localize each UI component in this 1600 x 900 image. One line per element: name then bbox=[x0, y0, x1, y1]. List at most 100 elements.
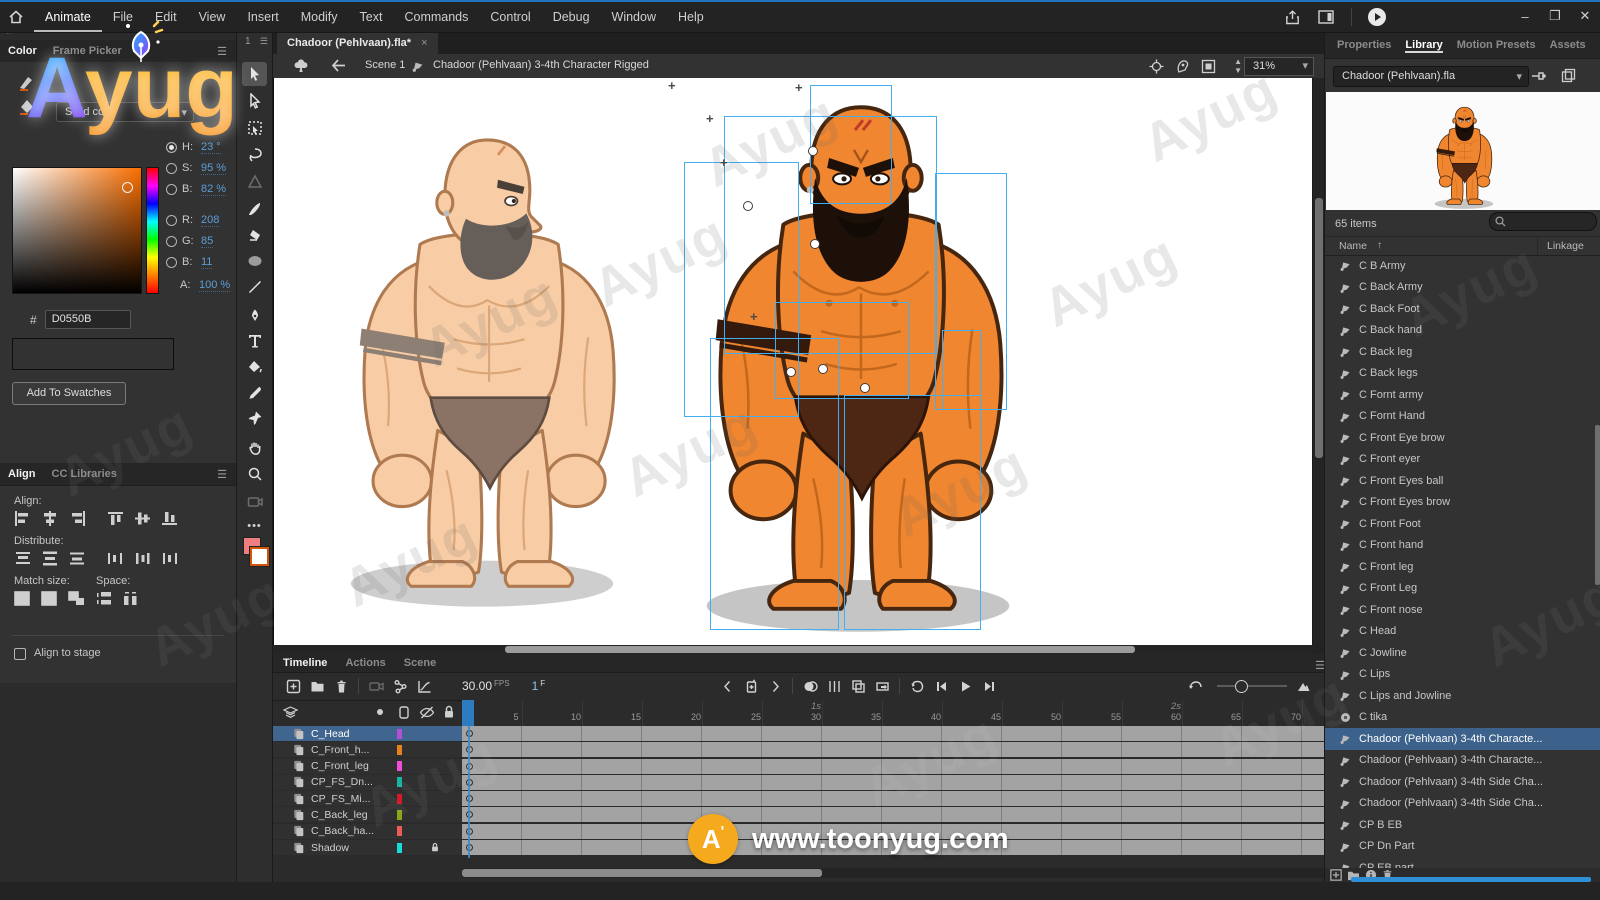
panel-menu-icon[interactable]: ☰ bbox=[217, 45, 228, 58]
free-transform-tool[interactable] bbox=[242, 116, 267, 140]
hue-value[interactable]: 23 ° bbox=[201, 141, 221, 154]
align-to-stage-checkbox[interactable] bbox=[14, 648, 26, 660]
selection-box-front-leg[interactable] bbox=[710, 338, 839, 630]
lasso-tool[interactable] bbox=[242, 143, 267, 167]
text-tool[interactable] bbox=[242, 329, 267, 353]
highlight-column-icon[interactable] bbox=[377, 709, 383, 715]
library-item-name[interactable]: C Back Army bbox=[1359, 281, 1423, 293]
frame-row[interactable] bbox=[462, 726, 1324, 741]
library-item[interactable]: C Front Eyes brow bbox=[1325, 492, 1600, 514]
library-item-name[interactable]: C Jowline bbox=[1359, 647, 1407, 659]
layer-outline-color[interactable] bbox=[397, 810, 402, 820]
library-item-name[interactable]: C Front eyer bbox=[1359, 453, 1420, 465]
menu-help[interactable]: Help bbox=[667, 2, 715, 32]
share-icon[interactable] bbox=[1279, 6, 1305, 28]
transform-origin-point[interactable] bbox=[818, 364, 828, 374]
frame-row[interactable] bbox=[462, 775, 1324, 790]
library-item-name[interactable]: C Front Eyes brow bbox=[1359, 496, 1450, 508]
library-item[interactable]: C Back leg bbox=[1325, 341, 1600, 363]
layer-name[interactable]: C_Front_leg bbox=[311, 760, 383, 772]
menu-text[interactable]: Text bbox=[349, 2, 394, 32]
layer-outline-color[interactable] bbox=[397, 745, 402, 755]
transform-origin-point[interactable] bbox=[860, 383, 870, 393]
tab-scene[interactable]: Scene bbox=[404, 657, 436, 669]
menu-insert[interactable]: Insert bbox=[236, 2, 289, 32]
library-item[interactable]: CP B EB bbox=[1325, 814, 1600, 836]
library-v-scrollbar[interactable] bbox=[1594, 255, 1600, 855]
current-color-swatch[interactable] bbox=[12, 338, 174, 370]
layer-outline-color[interactable] bbox=[397, 843, 402, 853]
layer-name[interactable]: C_Back_leg bbox=[311, 809, 383, 821]
radio-g[interactable] bbox=[166, 236, 177, 247]
blue-value[interactable]: 11 bbox=[201, 256, 212, 269]
library-item-name[interactable]: C Back hand bbox=[1359, 324, 1422, 336]
zoom-tool[interactable] bbox=[242, 462, 267, 486]
menu-file[interactable]: File bbox=[102, 2, 144, 32]
breadcrumb-symbol[interactable]: Chadoor (Pehlvaan) 3-4th Character Rigge… bbox=[433, 59, 649, 71]
current-frame-value[interactable]: 1 bbox=[532, 679, 539, 693]
timeline-ruler[interactable]: 5101520253035404550556065701s2s bbox=[462, 700, 1324, 727]
library-item[interactable]: Chadoor (Pehlvaan) 3-4th Characte... bbox=[1325, 750, 1600, 772]
frame-span-icon[interactable] bbox=[870, 676, 894, 696]
step-back-frame-icon[interactable] bbox=[929, 676, 953, 696]
scrollbar-thumb[interactable] bbox=[1315, 198, 1323, 458]
layer-row-cp-fs-mi-[interactable]: CP_FS_Mi... bbox=[273, 791, 462, 806]
library-item[interactable]: C Back hand bbox=[1325, 320, 1600, 342]
column-linkage[interactable]: Linkage bbox=[1547, 240, 1584, 252]
space-vertical-button[interactable] bbox=[96, 591, 114, 606]
step-forward-frame-icon[interactable] bbox=[977, 676, 1001, 696]
fluid-brush-tool[interactable] bbox=[242, 197, 267, 221]
library-item-name[interactable]: C Fornt army bbox=[1359, 389, 1423, 401]
distribute-bottom-button[interactable] bbox=[68, 551, 86, 566]
fill-color-icon[interactable] bbox=[18, 98, 35, 115]
red-value[interactable]: 208 bbox=[201, 214, 219, 227]
close-button[interactable]: ✕ bbox=[1570, 2, 1600, 30]
menu-debug[interactable]: Debug bbox=[542, 2, 601, 32]
layer-outline-color[interactable] bbox=[397, 729, 402, 739]
space-horizontal-button[interactable] bbox=[123, 591, 141, 606]
library-item-name[interactable]: C Back Foot bbox=[1359, 303, 1420, 315]
library-item[interactable]: C Front eyer bbox=[1325, 449, 1600, 471]
layer-name[interactable]: CP_FS_Dn... bbox=[311, 776, 383, 788]
lock-column-icon[interactable] bbox=[443, 705, 455, 719]
layer-row-shadow[interactable]: Shadow bbox=[273, 840, 462, 855]
distribute-center-h-button[interactable] bbox=[134, 551, 152, 566]
column-name[interactable]: Name bbox=[1339, 240, 1367, 252]
layer-row-cp-fs-dn-[interactable]: CP_FS_Dn... bbox=[273, 775, 462, 790]
library-item-name[interactable]: C Head bbox=[1359, 625, 1396, 637]
frame-row[interactable] bbox=[462, 742, 1324, 757]
edit-multiple-frames-icon[interactable] bbox=[846, 676, 870, 696]
oval-tool[interactable] bbox=[242, 249, 267, 273]
library-item[interactable]: C B Army bbox=[1325, 255, 1600, 277]
layer-row-c-head[interactable]: C_Head bbox=[273, 726, 462, 741]
rotation-icon[interactable] bbox=[1175, 59, 1190, 74]
color-picker-handle[interactable] bbox=[122, 182, 133, 193]
layer-name[interactable]: C_Back_ha... bbox=[311, 825, 383, 837]
align-center-h-button[interactable] bbox=[41, 511, 59, 526]
tab-library[interactable]: Library bbox=[1405, 39, 1442, 51]
library-item-name[interactable]: C Lips and Jowline bbox=[1359, 690, 1451, 702]
library-item-name[interactable]: C Front hand bbox=[1359, 539, 1423, 551]
menu-control[interactable]: Control bbox=[479, 2, 541, 32]
outline-column-icon[interactable] bbox=[399, 706, 409, 719]
library-h-scrollbar-thumb[interactable] bbox=[1351, 877, 1591, 882]
home-icon[interactable] bbox=[8, 9, 24, 25]
sort-ascending-icon[interactable]: ↑ bbox=[1377, 240, 1382, 251]
scrollbar-thumb[interactable] bbox=[1595, 425, 1600, 585]
layer-name[interactable]: CP_FS_Mi... bbox=[311, 793, 383, 805]
distribute-right-button[interactable] bbox=[161, 551, 179, 566]
timeline-h-scrollbar[interactable] bbox=[462, 868, 1324, 878]
new-library-panel-icon[interactable] bbox=[1561, 68, 1576, 83]
library-item[interactable]: C Front Leg bbox=[1325, 578, 1600, 600]
play-icon[interactable] bbox=[953, 676, 977, 696]
match-height-button[interactable] bbox=[41, 591, 59, 606]
library-item[interactable]: C Lips bbox=[1325, 664, 1600, 686]
stroke-color-chip[interactable] bbox=[250, 547, 269, 566]
menu-window[interactable]: Window bbox=[601, 2, 667, 32]
minimize-button[interactable]: – bbox=[1510, 2, 1540, 30]
menu-animate[interactable]: Animate bbox=[34, 2, 102, 32]
layer-row-c-back-leg[interactable]: C_Back_leg bbox=[273, 807, 462, 822]
delete-layer-icon[interactable] bbox=[329, 676, 353, 696]
fps-value[interactable]: 30.00 bbox=[462, 679, 492, 693]
tab-properties[interactable]: Properties bbox=[1337, 39, 1391, 51]
